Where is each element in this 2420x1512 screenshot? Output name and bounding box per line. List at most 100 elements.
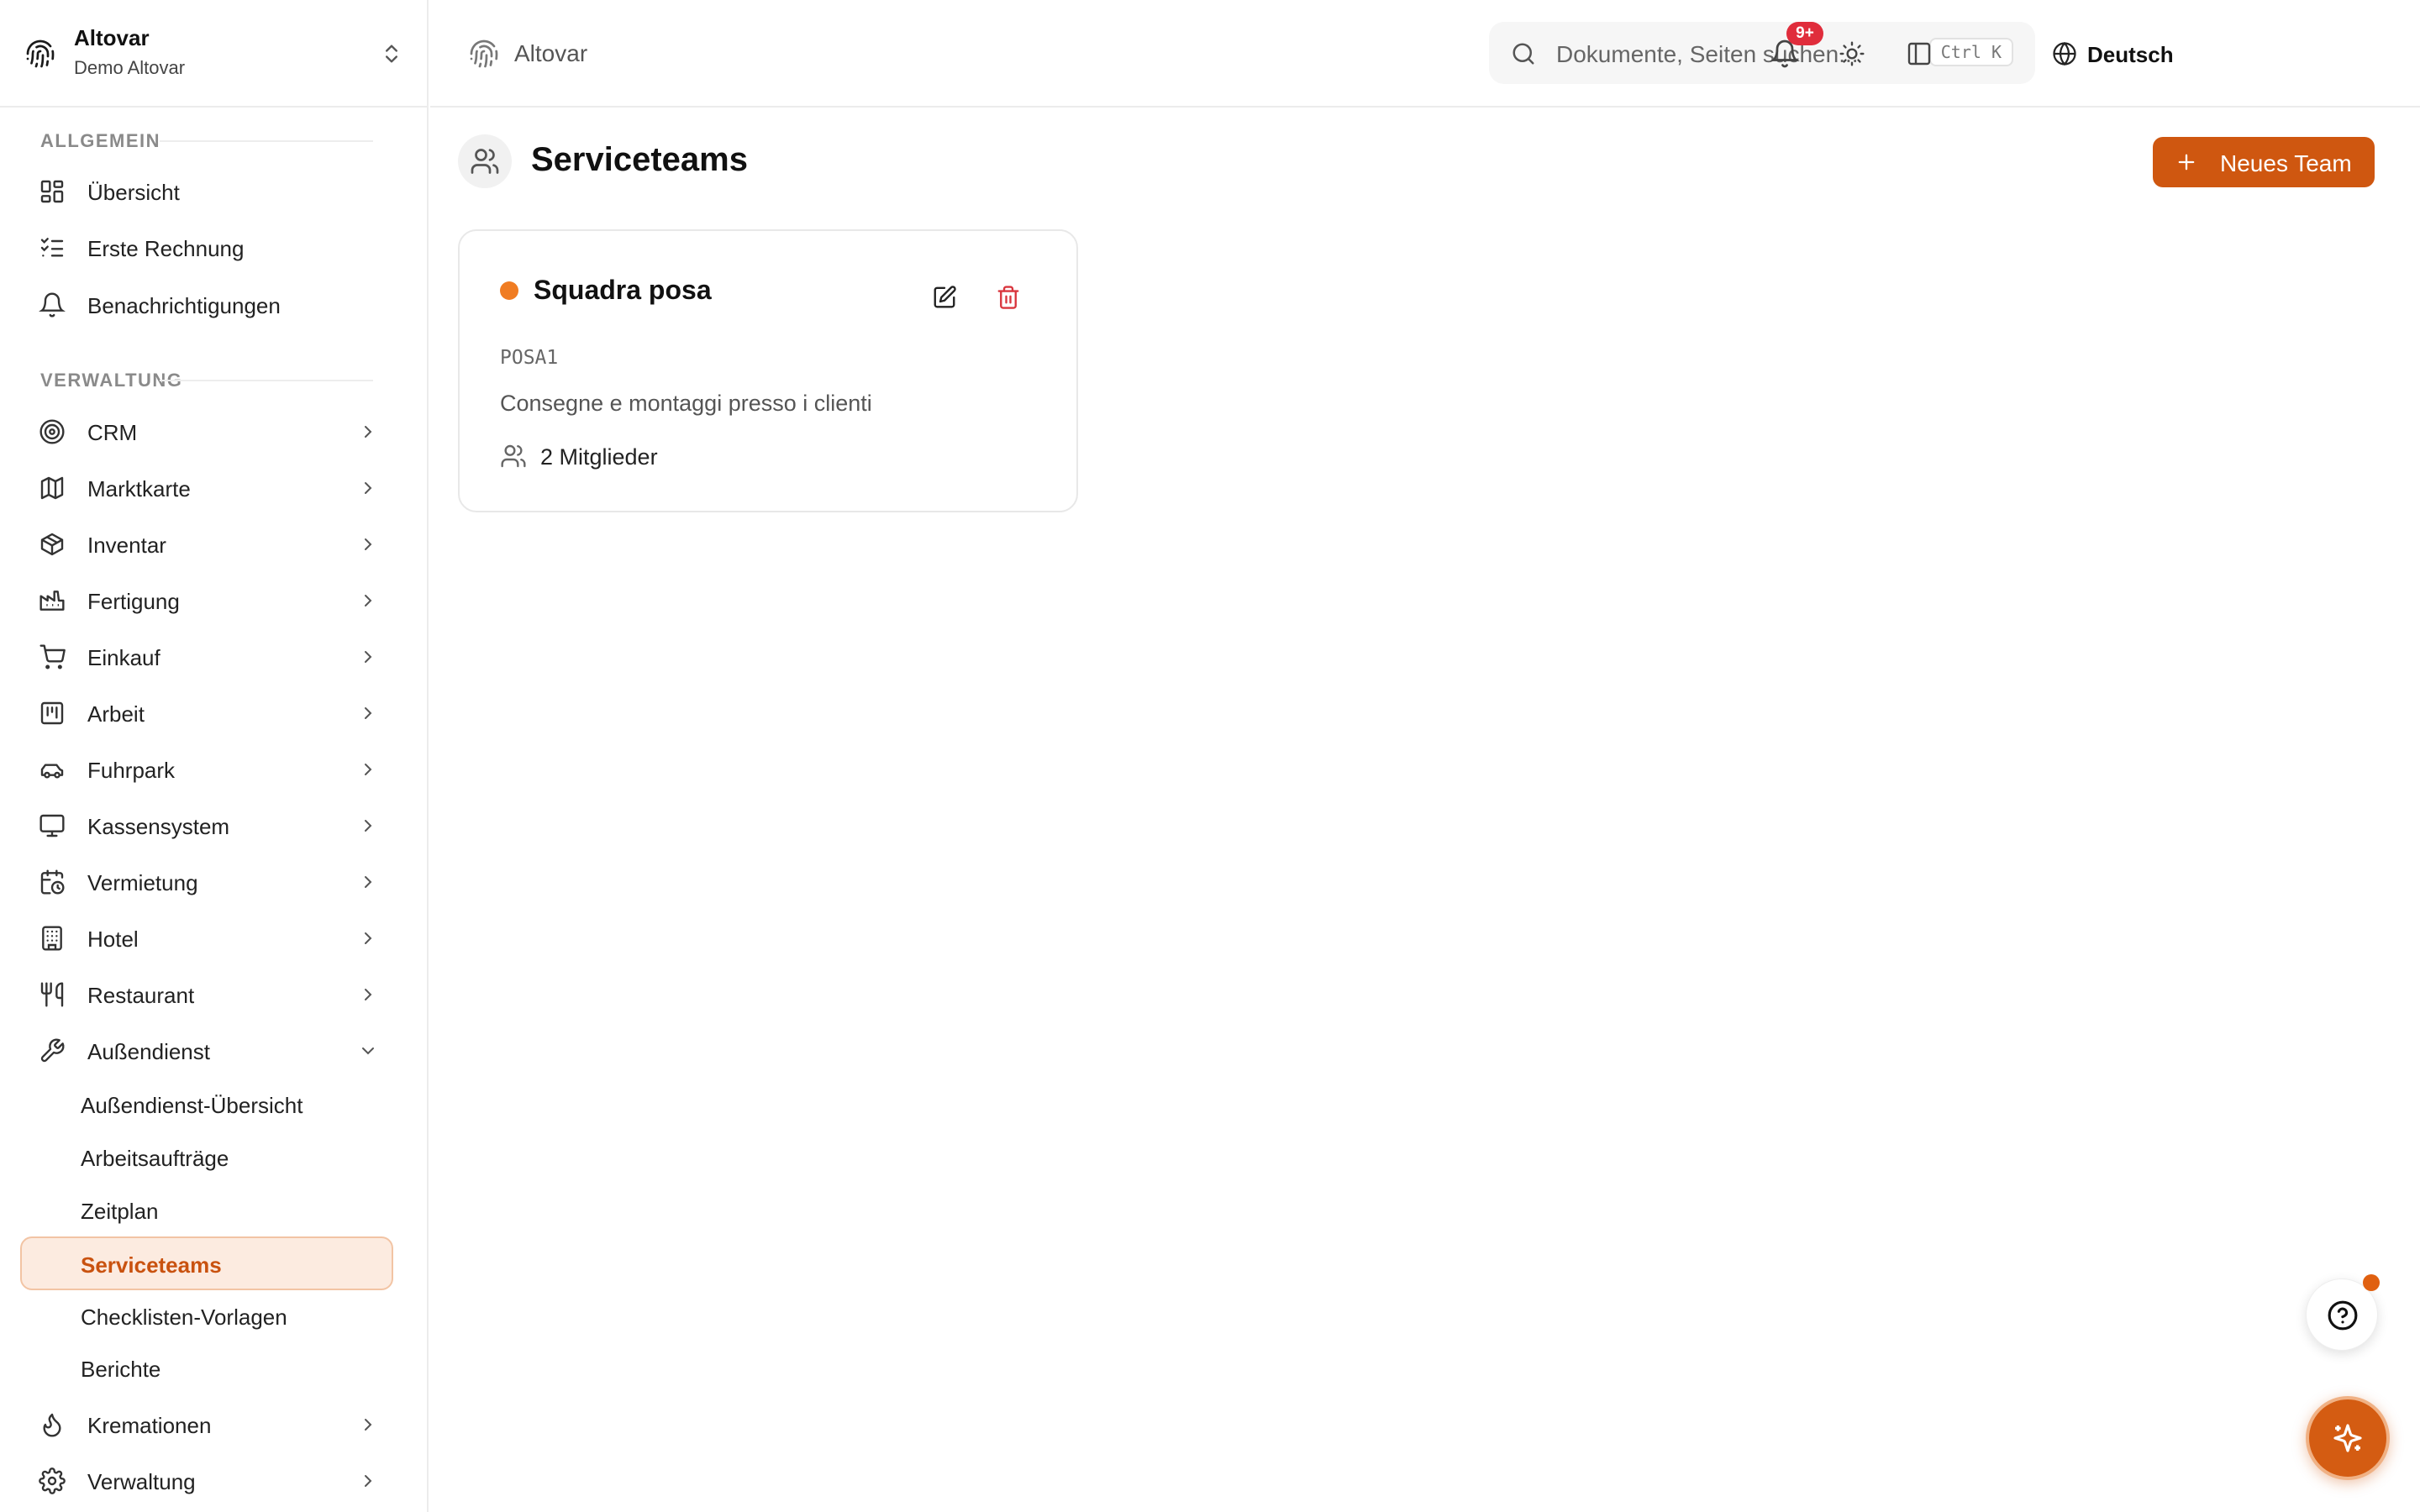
topbar: Altovar Dokumente, Seiten suchen... Ctrl… xyxy=(430,0,2420,108)
chevron-right-icon xyxy=(365,764,372,775)
fingerprint-icon xyxy=(470,39,498,68)
kanban-icon xyxy=(40,701,64,725)
wrench-icon xyxy=(40,1038,65,1063)
team-name: Squadra posa xyxy=(534,275,712,305)
new-team-button[interactable]: Neues Team xyxy=(2153,137,2375,187)
sidebar-item-fleet[interactable]: Fuhrpark xyxy=(20,746,393,793)
sidebar-item-label: Übersicht xyxy=(87,180,180,205)
sidebar-subitem-reports[interactable]: Berichte xyxy=(20,1342,393,1393)
sidebar-subitem-label: Arbeitsaufträge xyxy=(81,1146,229,1171)
sidebar: Altovar Demo Altovar ALLGEMEIN Übersicht… xyxy=(0,0,429,1512)
sidebar-item-pos[interactable]: Kassensystem xyxy=(20,802,393,849)
sidebar-subitem-label: Berichte xyxy=(81,1357,161,1382)
sidebar-item-work[interactable]: Arbeit xyxy=(20,690,393,737)
factory-icon xyxy=(39,591,65,611)
new-team-label: Neues Team xyxy=(2220,150,2352,176)
sidebar-item-cremations[interactable]: Kremationen xyxy=(20,1401,393,1448)
sidebar-item-label: Kremationen xyxy=(87,1413,212,1438)
chevron-right-icon xyxy=(365,1475,372,1487)
sidebar-subitem-checklist-templates[interactable]: Checklisten-Vorlagen xyxy=(20,1290,393,1341)
checklist-icon xyxy=(40,238,64,257)
search-input[interactable]: Dokumente, Seiten suchen... Ctrl K xyxy=(1489,22,2035,84)
package-icon xyxy=(40,533,64,556)
sidebar-subitem-work-orders[interactable]: Arbeitsaufträge xyxy=(20,1131,393,1182)
chevron-right-icon xyxy=(365,651,372,663)
search-shortcut: Ctrl K xyxy=(1928,38,2013,66)
section-divider xyxy=(160,380,373,381)
sidebar-subitem-field-overview[interactable]: Außendienst-Übersicht xyxy=(20,1079,393,1129)
fingerprint-icon xyxy=(26,39,55,68)
chevron-right-icon xyxy=(365,426,372,438)
search-icon xyxy=(1512,43,1534,65)
trash-icon[interactable] xyxy=(996,285,1021,310)
monitor-icon xyxy=(39,814,65,837)
chevron-right-icon xyxy=(365,932,372,944)
sidebar-toggle-icon[interactable] xyxy=(1906,40,1933,67)
section-label-general: ALLGEMEIN xyxy=(40,130,161,151)
sidebar-item-label: Arbeit xyxy=(87,701,145,727)
help-circle-icon xyxy=(2328,1300,2358,1331)
chevron-right-icon xyxy=(365,707,372,719)
sidebar-item-field-service[interactable]: Außendienst xyxy=(20,1027,393,1074)
sidebar-item-inventory[interactable]: Inventar xyxy=(20,521,393,568)
sidebar-item-rental[interactable]: Vermietung xyxy=(20,858,393,906)
edit-icon[interactable] xyxy=(932,285,957,310)
bell-icon xyxy=(39,292,66,318)
sidebar-item-label: Außendienst xyxy=(87,1039,210,1064)
breadcrumb[interactable]: Altovar xyxy=(514,40,587,67)
calendar-clock-icon xyxy=(40,869,65,895)
building-icon xyxy=(42,926,62,951)
map-icon xyxy=(40,476,64,500)
sidebar-item-administration[interactable]: Verwaltung xyxy=(20,1457,393,1504)
chevron-right-icon xyxy=(365,482,372,494)
sidebar-item-purchasing[interactable]: Einkauf xyxy=(20,633,393,680)
section-divider xyxy=(160,140,373,142)
team-member-count: 2 Mitglieder xyxy=(540,444,658,470)
sidebar-item-label: Verwaltung xyxy=(87,1469,196,1494)
sidebar-item-notifications[interactable]: Benachrichtigungen xyxy=(20,281,393,328)
org-name: Altovar xyxy=(74,25,150,50)
notification-badge: 9+ xyxy=(1786,22,1823,45)
sidebar-item-restaurant[interactable]: Restaurant xyxy=(20,971,393,1018)
team-description: Consegne e montaggi presso i clienti xyxy=(500,391,872,416)
ai-assistant-button[interactable] xyxy=(2306,1396,2390,1480)
team-color-dot xyxy=(500,281,518,300)
sidebar-item-market-map[interactable]: Marktkarte xyxy=(20,465,393,512)
gear-icon xyxy=(39,1467,66,1494)
flame-icon xyxy=(43,1413,61,1437)
chevron-right-icon xyxy=(365,876,372,888)
sidebar-item-overview[interactable]: Übersicht xyxy=(20,168,393,215)
team-card[interactable]: Squadra posa POSA1 Consegne e montaggi p… xyxy=(458,229,1078,512)
sidebar-item-label: CRM xyxy=(87,420,138,445)
chevron-right-icon xyxy=(365,595,372,606)
sidebar-item-label: Vermietung xyxy=(87,870,198,895)
sidebar-subitem-label: Checklisten-Vorlagen xyxy=(81,1305,287,1330)
sidebar-item-label: Einkauf xyxy=(87,645,160,670)
utensils-icon xyxy=(40,982,64,1007)
sidebar-item-label: Marktkarte xyxy=(87,476,191,501)
sidebar-subitem-schedule[interactable]: Zeitplan xyxy=(20,1184,393,1235)
chevron-right-icon xyxy=(365,989,372,1000)
target-icon xyxy=(39,419,65,444)
sidebar-item-hotel[interactable]: Hotel xyxy=(20,915,393,962)
chevrons-up-down-icon xyxy=(386,45,397,63)
car-icon xyxy=(40,764,64,779)
sidebar-subitem-service-teams[interactable]: Serviceteams xyxy=(20,1236,393,1290)
sun-icon[interactable] xyxy=(1839,40,1865,67)
chevron-right-icon xyxy=(365,1419,372,1431)
sidebar-item-first-invoice[interactable]: Erste Rechnung xyxy=(20,224,393,271)
cart-icon xyxy=(39,644,66,669)
sidebar-item-label: Benachrichtigungen xyxy=(87,293,281,318)
chevron-right-icon xyxy=(365,538,372,550)
help-indicator-dot xyxy=(2363,1274,2380,1291)
org-switcher[interactable]: Altovar Demo Altovar xyxy=(0,0,427,108)
sidebar-item-crm[interactable]: CRM xyxy=(20,408,393,455)
sidebar-subitem-label: Serviceteams xyxy=(81,1252,222,1278)
chevron-down-icon xyxy=(362,1047,374,1055)
sidebar-item-manufacturing[interactable]: Fertigung xyxy=(20,577,393,624)
sidebar-item-label: Erste Rechnung xyxy=(87,236,245,261)
sidebar-item-label: Fuhrpark xyxy=(87,758,176,783)
page-title: Serviceteams xyxy=(531,141,748,178)
sidebar-item-label: Kassensystem xyxy=(87,814,230,839)
globe-icon xyxy=(2053,41,2076,66)
